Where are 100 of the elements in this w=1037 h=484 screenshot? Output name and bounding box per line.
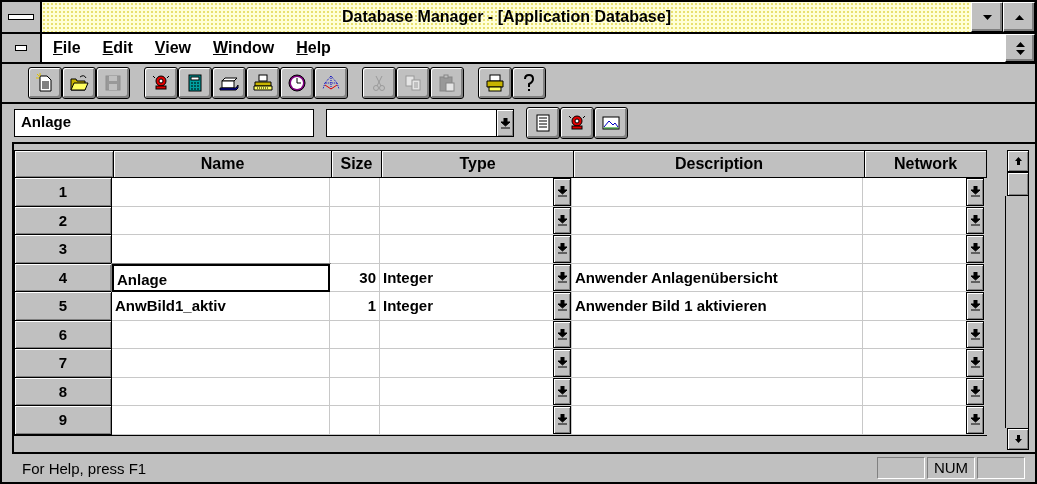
row-header[interactable]: 5: [14, 292, 112, 321]
scroll-up-button[interactable]: [1007, 150, 1029, 172]
dropdown-button[interactable]: [966, 406, 984, 434]
dropdown-button[interactable]: [966, 263, 984, 291]
row-header[interactable]: 2: [14, 206, 112, 235]
up-down-arrow-icon: [1015, 41, 1025, 55]
dropdown-button[interactable]: [553, 263, 571, 291]
restore-button[interactable]: [1005, 34, 1035, 62]
status-panel: [877, 457, 925, 479]
dropdown-arrow-icon: [970, 385, 980, 397]
alarm-button[interactable]: [144, 67, 178, 99]
column-header[interactable]: Size: [332, 150, 382, 178]
siren-icon: [151, 73, 171, 93]
name-field[interactable]: Anlage: [14, 109, 314, 137]
dropdown-arrow-icon: [970, 328, 980, 340]
menu-item[interactable]: Help: [285, 39, 342, 57]
dropdown-arrow-icon: [557, 328, 567, 340]
column-header[interactable]: Description: [574, 150, 865, 178]
row-header[interactable]: 3: [14, 235, 112, 264]
calculator-icon: [185, 73, 205, 93]
menu-item[interactable]: Edit: [91, 39, 144, 57]
dropdown-button[interactable]: [553, 178, 571, 206]
column-header[interactable]: Type: [382, 150, 574, 178]
row-header[interactable]: 9: [14, 406, 112, 435]
dropdown-button[interactable]: [966, 377, 984, 405]
open-button[interactable]: [62, 67, 96, 99]
dropdown-arrow-icon: [557, 414, 567, 426]
picture-button[interactable]: [594, 107, 628, 139]
row-header[interactable]: 6: [14, 320, 112, 349]
dropdown-arrow-icon: [970, 214, 980, 226]
dropdown-arrow-icon: [970, 414, 980, 426]
column-header[interactable]: Network: [865, 150, 987, 178]
status-text: For Help, press F1: [21, 459, 147, 477]
typewriter-button[interactable]: [246, 67, 280, 99]
dropdown-arrow-icon: [557, 186, 567, 198]
cards-button[interactable]: [212, 67, 246, 99]
row-header[interactable]: 1: [14, 178, 112, 207]
dropdown-button[interactable]: [553, 377, 571, 405]
document-menu-button[interactable]: [2, 34, 42, 62]
scroll-down-button[interactable]: [1007, 428, 1029, 450]
row-header[interactable]: 8: [14, 377, 112, 406]
help-button[interactable]: [512, 67, 546, 99]
dropdown-arrow-icon: [557, 243, 567, 255]
dropdown-button[interactable]: [966, 292, 984, 320]
down-arrow-icon: [1014, 435, 1022, 443]
up-arrow-icon: [1014, 14, 1024, 20]
picture-icon: [601, 113, 621, 133]
calculator-button[interactable]: [178, 67, 212, 99]
folder-icon: [69, 73, 89, 93]
maximize-button[interactable]: [1003, 2, 1035, 32]
dropdown-button[interactable]: [966, 320, 984, 348]
column-header[interactable]: Name: [114, 150, 332, 178]
row-header[interactable]: 4: [14, 263, 112, 292]
minimize-button[interactable]: [971, 2, 1003, 32]
dropdown-arrow-icon: [557, 271, 567, 283]
dropdown-arrow-icon: [557, 385, 567, 397]
form-icon: [533, 113, 553, 133]
dropdown-arrow-icon: [557, 300, 567, 312]
clock-button[interactable]: [280, 67, 314, 99]
table-cell: Anwender Anlagenübersicht: [572, 263, 863, 292]
num-lock-indicator: NUM: [927, 457, 975, 479]
dropdown-button[interactable]: [553, 349, 571, 377]
row-header[interactable]: 7: [14, 349, 112, 378]
dropdown-button[interactable]: [553, 206, 571, 234]
menu-item[interactable]: Window: [202, 39, 286, 57]
network-button[interactable]: [314, 67, 348, 99]
dropdown-arrow-icon: [970, 271, 980, 283]
dropdown-arrow-icon: [970, 357, 980, 369]
dropdown-button[interactable]: [966, 206, 984, 234]
copy-icon: [403, 73, 423, 93]
dropdown-arrow-icon: [970, 300, 980, 312]
clock-icon: [287, 73, 307, 93]
document-icon: [35, 73, 55, 93]
window-title: Database Manager - [Application Database]: [341, 7, 672, 27]
select-all-button[interactable]: [14, 150, 114, 178]
scroll-thumb[interactable]: [1007, 172, 1029, 196]
print-button[interactable]: [478, 67, 512, 99]
table-cell: AnwBild1_aktiv: [112, 292, 330, 321]
printer-icon: [485, 73, 505, 93]
menu-item[interactable]: View: [143, 39, 202, 57]
dropdown-field[interactable]: [326, 109, 514, 137]
typewriter-icon: [253, 73, 273, 93]
control-menu-button[interactable]: [2, 2, 42, 32]
dropdown-button[interactable]: [966, 178, 984, 206]
dropdown-arrow-icon: [500, 117, 510, 129]
dropdown-button[interactable]: [553, 292, 571, 320]
dropdown-button[interactable]: [553, 320, 571, 348]
table-cell: 1: [330, 292, 380, 321]
new-button[interactable]: [28, 67, 62, 99]
dropdown-button[interactable]: [553, 406, 571, 434]
paste-icon: [437, 73, 457, 93]
dropdown-button[interactable]: [966, 349, 984, 377]
table-cell: Anlage: [112, 263, 330, 292]
status-panel: [977, 457, 1025, 479]
dropdown-button[interactable]: [553, 235, 571, 263]
siren-icon: [567, 113, 587, 133]
menu-item[interactable]: File: [42, 39, 92, 57]
form-button[interactable]: [526, 107, 560, 139]
dropdown-button[interactable]: [966, 235, 984, 263]
alarm-button[interactable]: [560, 107, 594, 139]
